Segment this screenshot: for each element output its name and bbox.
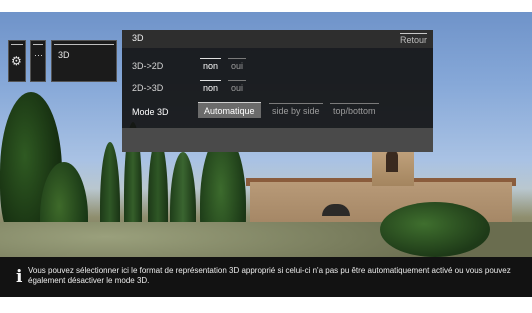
row-label-3d-to-2d: 3D->2D	[132, 61, 164, 71]
background-bush	[380, 202, 490, 257]
option-3d-to-2d-oui[interactable]: oui	[228, 58, 247, 72]
back-button[interactable]: Retour	[399, 33, 427, 45]
option-mode-side-by-side[interactable]: side by side	[269, 103, 323, 117]
option-mode-top-bottom[interactable]: top/bottom	[330, 103, 379, 117]
info-text: Vous pouvez sélectionner ici le format d…	[28, 266, 511, 285]
dialog-footer	[122, 128, 433, 152]
option-2d-to-3d-oui[interactable]: oui	[228, 80, 247, 94]
more-icon: ···	[34, 50, 43, 60]
info-bar: i Vous pouvez sélectionner ici le format…	[0, 257, 532, 297]
more-button[interactable]: ···	[30, 40, 46, 82]
button-top-line	[54, 44, 114, 45]
row-label-mode-3d: Mode 3D	[132, 107, 169, 117]
row-label-2d-to-3d: 2D->3D	[132, 83, 164, 93]
option-3d-to-2d-non[interactable]: non	[200, 58, 222, 72]
tv-screen-background: ⚙ ··· 3D 3D Retour 3D->2D non oui 2D->3D…	[0, 12, 532, 297]
3d-settings-dialog: 3D Retour 3D->2D non oui 2D->3D non oui …	[122, 30, 433, 152]
button-top-line	[11, 44, 23, 45]
dialog-header: 3D Retour	[122, 30, 433, 48]
breadcrumb-label: 3D	[58, 50, 70, 60]
option-2d-to-3d-non[interactable]: non	[200, 80, 222, 94]
gear-icon: ⚙	[11, 54, 22, 68]
settings-button[interactable]: ⚙	[8, 40, 26, 82]
breadcrumb-3d[interactable]: 3D	[51, 40, 117, 82]
option-mode-automatique[interactable]: Automatique	[198, 102, 261, 118]
info-icon: i	[16, 267, 23, 287]
dialog-title: 3D	[132, 33, 144, 43]
button-top-line	[33, 44, 43, 45]
background-tower-window	[386, 150, 398, 172]
